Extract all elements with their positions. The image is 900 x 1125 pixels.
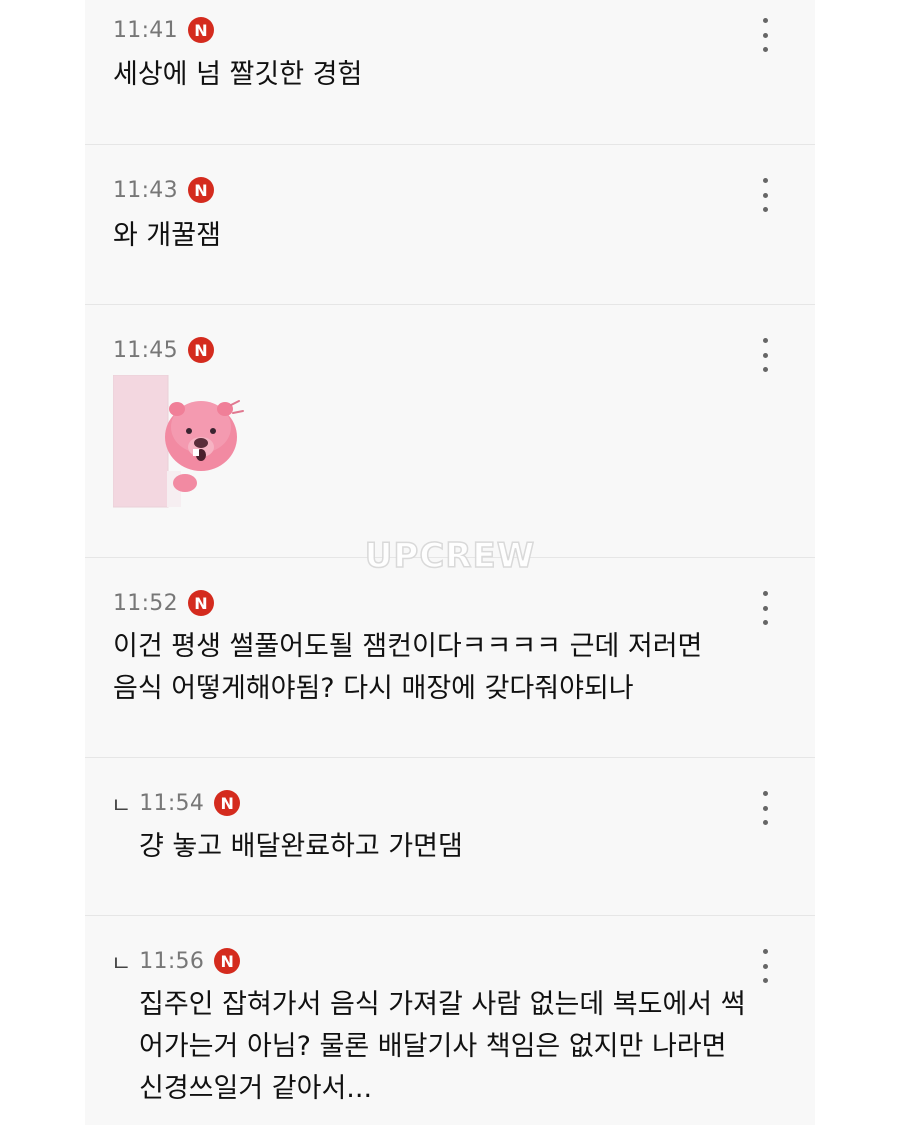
comment-time: 11:43 xyxy=(113,177,178,203)
comment-meta: 11:43 N xyxy=(113,174,214,206)
new-badge-icon: N xyxy=(187,337,214,363)
more-options-icon[interactable] xyxy=(757,949,773,983)
reply-comment-item: ㄴ 11:54 N 걍 놓고 배달완료하고 가면댐 xyxy=(85,758,815,916)
comment-text-line: 음식 어떻게해야됨? 다시 매장에 갖다줘야되나 xyxy=(113,673,634,704)
comment-text-line: 신경쓰일거 같아서... xyxy=(139,1073,373,1104)
pink-beaver-peeking-sticker xyxy=(113,375,244,508)
comment-text: 세상에 넘 짤깃한 경험 xyxy=(113,59,363,90)
comment-text: 걍 놓고 배달완료하고 가면댐 xyxy=(139,831,463,862)
more-options-icon[interactable] xyxy=(757,591,773,625)
comment-meta: 11:41 N xyxy=(113,14,214,46)
comment-item: 11:45 N xyxy=(85,305,815,558)
comment-time: 11:56 xyxy=(139,948,205,974)
comment-text: 와 개꿀잼 xyxy=(113,220,221,251)
new-badge-icon: N xyxy=(187,17,214,43)
comment-meta: 11:52 N xyxy=(113,587,214,619)
comment-meta: ㄴ 11:56 N xyxy=(111,945,241,977)
reply-arrow-icon: ㄴ xyxy=(111,794,132,819)
comment-time: 11:54 xyxy=(139,790,205,816)
more-options-icon[interactable] xyxy=(757,178,773,212)
more-options-icon[interactable] xyxy=(757,338,773,372)
comment-item: 11:52 N 이건 평생 썰풀어도될 잼컨이다ㅋㅋㅋㅋ 근데 저러면 음식 어… xyxy=(85,558,815,758)
comment-text-line: 집주인 잡혀가서 음식 가져갈 사람 없는데 복도에서 썩 xyxy=(139,989,746,1020)
watermark: UPCREW xyxy=(364,535,536,577)
comment-text: 이건 평생 썰풀어도될 잼컨이다ㅋㅋㅋㅋ 근데 저러면 음식 어떻게해야됨? 다… xyxy=(113,626,702,710)
new-badge-icon: N xyxy=(214,790,241,816)
new-badge-icon: N xyxy=(187,590,214,616)
comment-item: 11:41 N 세상에 넘 짤깃한 경험 xyxy=(85,0,815,145)
comment-time: 11:52 xyxy=(113,590,178,616)
comment-text-line: 이건 평생 썰풀어도될 잼컨이다ㅋㅋㅋㅋ 근데 저러면 xyxy=(113,631,703,662)
more-options-icon[interactable] xyxy=(757,18,773,52)
comment-meta: 11:45 N xyxy=(113,334,214,366)
comment-text-line: 어가는거 아님? 물론 배달기사 책임은 없지만 나라면 xyxy=(139,1031,727,1062)
reply-arrow-icon: ㄴ xyxy=(111,952,132,977)
comment-time: 11:41 xyxy=(113,17,178,43)
comment-item: 11:43 N 와 개꿀잼 xyxy=(85,145,815,305)
new-badge-icon: N xyxy=(187,177,214,203)
reply-comment-item: ㄴ 11:56 N 집주인 잡혀가서 음식 가져갈 사람 없는데 복도에서 썩 … xyxy=(85,916,815,1125)
new-badge-icon: N xyxy=(214,948,241,974)
comment-text: 집주인 잡혀가서 음식 가져갈 사람 없는데 복도에서 썩 어가는거 아님? 물… xyxy=(139,984,746,1110)
comment-meta: ㄴ 11:54 N xyxy=(111,787,241,819)
more-options-icon[interactable] xyxy=(757,791,773,825)
comment-time: 11:45 xyxy=(113,337,178,363)
